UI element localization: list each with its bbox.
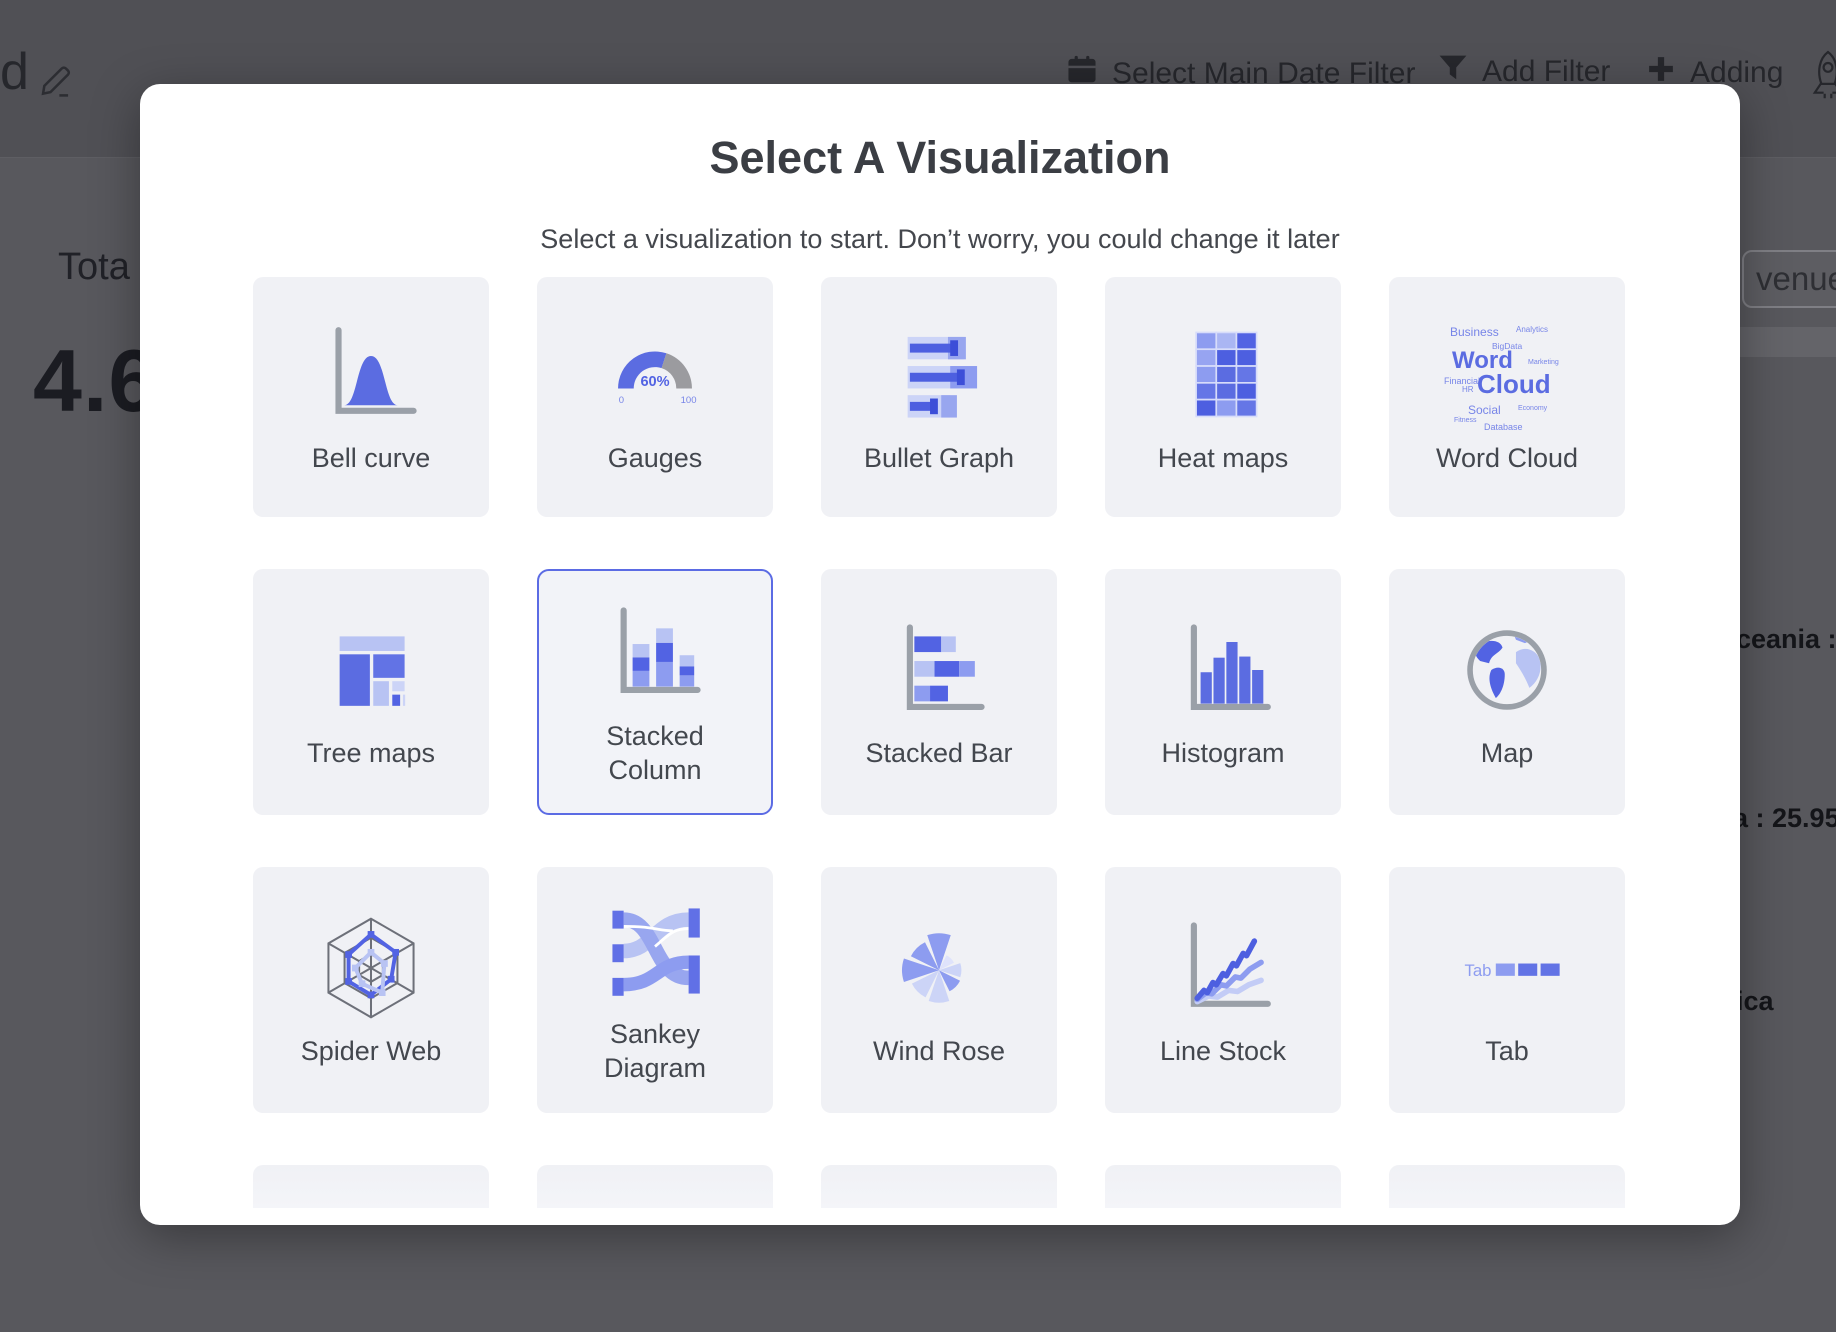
bullet-graph-icon — [876, 319, 1002, 431]
tile-tree-maps[interactable]: Tree maps — [253, 569, 489, 815]
stacked-column-icon — [592, 597, 718, 709]
tile-bullet-graph[interactable]: Bullet Graph — [821, 277, 1057, 517]
word-cloud-word: Marketing — [1528, 359, 1559, 366]
board-title-partial: d — [0, 42, 29, 102]
tile-label: Line Stock — [1160, 1034, 1286, 1068]
screen: d Select Main Date Filter Add Filter — [0, 0, 1836, 1332]
sankey-diagram-icon — [592, 895, 718, 1007]
wind-rose-icon — [876, 912, 1002, 1024]
tile-label: Histogram — [1161, 736, 1284, 770]
tile-label: Bullet Graph — [864, 441, 1014, 475]
tab-icon: Tab — [1444, 912, 1570, 1024]
tile-label: Wind Rose — [873, 1034, 1005, 1068]
tile-spider-web[interactable]: Spider Web — [253, 867, 489, 1113]
chart-label-oceania-partial: ceania : 8 — [1736, 624, 1836, 655]
tile-label: Spider Web — [301, 1034, 442, 1068]
line-stock-icon — [1160, 912, 1286, 1024]
tile-heat-maps[interactable]: Heat maps — [1105, 277, 1341, 517]
heat-maps-icon — [1160, 319, 1286, 431]
gauge-min: 0 — [619, 395, 624, 406]
tab-icon-text: Tab — [1464, 961, 1491, 980]
tile-partial[interactable] — [1105, 1165, 1341, 1208]
tile-partial[interactable] — [821, 1165, 1057, 1208]
tile-wind-rose[interactable]: Wind Rose — [821, 867, 1057, 1113]
word-cloud-word: Social — [1468, 403, 1501, 417]
word-cloud-word: HR — [1462, 385, 1474, 394]
gauge-max: 100 — [681, 395, 697, 406]
modal-subtitle: Select a visualization to start. Don’t w… — [140, 224, 1740, 255]
tile-map[interactable]: Map — [1389, 569, 1625, 815]
tile-word-cloud[interactable]: Business Analytics BigData Word Marketin… — [1389, 277, 1625, 517]
tile-label: Stacked Column — [565, 719, 745, 787]
word-cloud-word: Business — [1450, 325, 1499, 339]
tile-label: Tree maps — [307, 736, 435, 770]
select-visualization-modal: Select A Visualization Select a visualiz… — [140, 84, 1740, 1225]
tile-label: Heat maps — [1158, 441, 1289, 475]
background-table-band — [1740, 327, 1836, 357]
visualization-grid: Bell curve 60% 0 100 Gauges — [253, 277, 1625, 1208]
edit-pencil-icon[interactable] — [38, 58, 76, 103]
tile-gauges[interactable]: 60% 0 100 Gauges — [537, 277, 773, 517]
word-cloud-word: Economy — [1518, 405, 1547, 412]
tree-maps-icon — [308, 614, 434, 726]
tile-histogram[interactable]: Histogram — [1105, 569, 1341, 815]
word-cloud-word: Cloud — [1477, 369, 1551, 400]
histogram-icon — [1160, 614, 1286, 726]
tile-label: Gauges — [608, 441, 703, 475]
tile-tab[interactable]: Tab Tab — [1389, 867, 1625, 1113]
tile-partial[interactable] — [1389, 1165, 1625, 1208]
word-cloud-word: Database — [1484, 422, 1523, 432]
tile-label: Word Cloud — [1436, 441, 1578, 475]
spider-web-icon — [308, 912, 434, 1024]
revenue-chip-partial[interactable]: venue — [1742, 250, 1836, 308]
tile-label: Stacked Bar — [865, 736, 1012, 770]
stacked-bar-icon — [876, 614, 1002, 726]
tile-partial[interactable] — [253, 1165, 489, 1208]
tile-label: Map — [1481, 736, 1534, 770]
tile-stacked-column[interactable]: Stacked Column — [537, 569, 773, 815]
word-cloud-word: Analytics — [1516, 325, 1548, 334]
bell-curve-icon — [308, 319, 434, 431]
tile-label: Tab — [1485, 1034, 1529, 1068]
tile-label: Sankey Diagram — [565, 1017, 745, 1085]
kpi-label-partial: Tota — [58, 246, 130, 289]
gauges-icon: 60% 0 100 — [592, 319, 718, 431]
word-cloud-icon: Business Analytics BigData Word Marketin… — [1444, 319, 1570, 431]
modal-title: Select A Visualization — [140, 132, 1740, 184]
rocket-icon[interactable] — [1806, 48, 1836, 105]
tile-line-stock[interactable]: Line Stock — [1105, 867, 1341, 1113]
tile-sankey-diagram[interactable]: Sankey Diagram — [537, 867, 773, 1113]
word-cloud-word: Fitness — [1454, 417, 1477, 424]
tile-stacked-bar[interactable]: Stacked Bar — [821, 569, 1057, 815]
tile-bell-curve[interactable]: Bell curve — [253, 277, 489, 517]
tile-label: Bell curve — [312, 441, 431, 475]
chart-label-partial: ica — [1736, 986, 1774, 1017]
gauge-value: 60% — [640, 374, 669, 390]
map-globe-icon — [1444, 614, 1570, 726]
tile-partial[interactable] — [537, 1165, 773, 1208]
